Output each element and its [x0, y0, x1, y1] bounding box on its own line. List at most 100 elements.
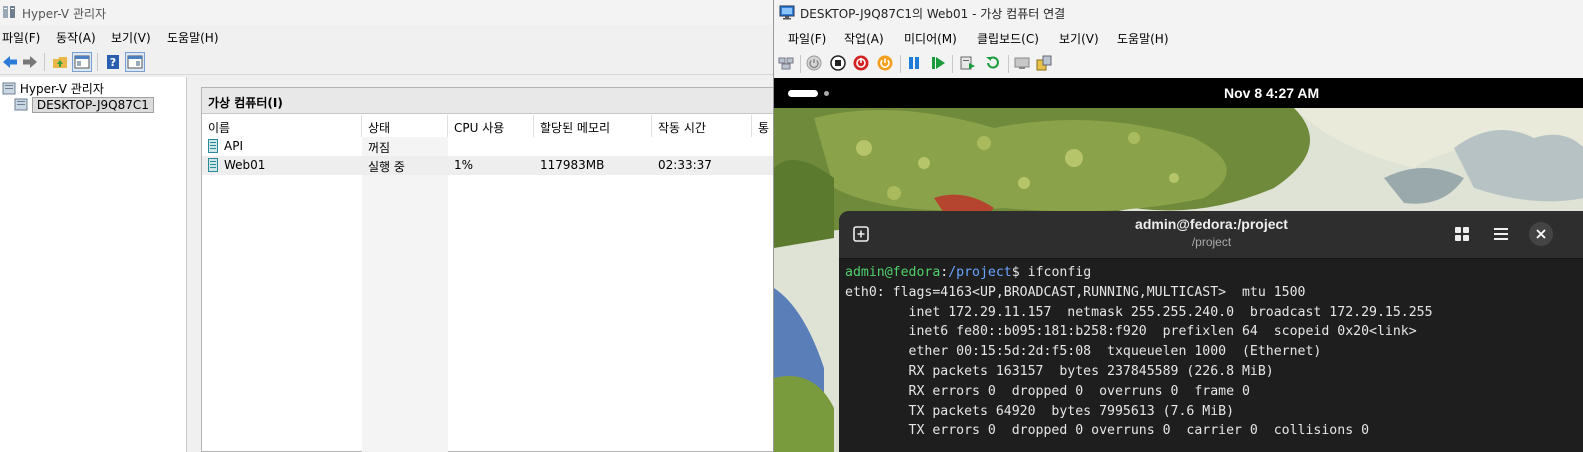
power-icon[interactable] — [877, 55, 893, 71]
vm-table: 이름 상태 ^ CPU 사용 할당된 메모리 작동 시간 통 API 꺼짐 We… — [202, 115, 782, 452]
terminal-line: TX errors 0 dropped 0 overruns 0 carrier… — [845, 423, 1370, 439]
terminal-output[interactable]: admin@fedora:/project$ ifconfig eth0: fla… — [845, 263, 1433, 441]
vm-uptime: 02:33:37 — [658, 158, 712, 172]
revert-icon[interactable] — [984, 55, 1000, 71]
sorted-column-highlight — [362, 137, 448, 452]
svg-text:?: ? — [110, 56, 116, 69]
toolbar-divider — [97, 53, 98, 71]
vm-list-title: 가상 컴퓨터(I) — [208, 96, 283, 110]
gnome-clock[interactable]: Nov 8 4:27 AM — [1224, 85, 1319, 101]
vmconnect-titlebar[interactable]: DESKTOP-J9Q87C1의 Web01 - 가상 컴퓨터 연결 — [774, 0, 1583, 26]
tree-root[interactable]: Hyper-V 관리자 — [2, 80, 104, 97]
server-icon — [14, 98, 28, 111]
column-header-state-label: 상태 — [368, 121, 391, 135]
stop-icon[interactable] — [830, 55, 846, 71]
column-header-name[interactable]: 이름 — [202, 115, 362, 137]
terminal-window[interactable]: admin@fedora:/project /project admin@fed… — [839, 211, 1583, 452]
toolbar-divider — [800, 55, 801, 73]
column-header-cpu[interactable]: CPU 사용 — [448, 115, 534, 137]
hyperv-manager-window: Hyper-V 관리자 파일(F) 동작(A) 보기(V) 도움말(H) ? H… — [0, 0, 782, 452]
column-header-uptime[interactable]: 작동 시간 — [652, 115, 752, 137]
folder-up-icon[interactable] — [50, 52, 70, 72]
hyperv-toolbar: ? — [0, 49, 775, 75]
terminal-headerbar[interactable]: admin@fedora:/project /project — [839, 211, 1583, 259]
tree-root-label: Hyper-V 관리자 — [19, 82, 104, 96]
menu-action[interactable]: 동작(A) — [56, 29, 96, 46]
terminal-line: RX packets 163157 bytes 237845589 (226.8… — [845, 363, 1274, 379]
terminal-prompt-line: admin@fedora:/project$ ifconfig — [845, 263, 1433, 283]
terminal-line: ether 00:15:5d:2d:f5:08 txqueuelen 1000 … — [845, 344, 1322, 360]
hyperv-manager-icon — [2, 5, 16, 19]
menu-view[interactable]: 보기(V) — [111, 29, 151, 46]
vm-icon — [208, 139, 218, 153]
share-icon[interactable] — [1036, 55, 1052, 71]
vm-name: API — [224, 139, 243, 153]
start-icon[interactable] — [806, 55, 822, 71]
column-header-memory[interactable]: 할당된 메모리 — [534, 115, 652, 137]
menu-view[interactable]: 보기(V) — [1059, 30, 1099, 47]
forward-arrow-icon[interactable] — [20, 52, 40, 72]
terminal-line: eth0: flags=4163<UP,BROADCAST,RUNNING,MU… — [845, 284, 1306, 300]
terminal-line: inet6 fe80::b095:181:b258:f920 prefixlen… — [845, 324, 1417, 340]
back-arrow-icon[interactable] — [0, 52, 20, 72]
menu-help[interactable]: 도움말(H) — [167, 29, 219, 46]
hyperv-window-title: Hyper-V 관리자 — [22, 7, 107, 21]
prompt-end: $ — [1011, 265, 1028, 280]
vm-memory: 117983MB — [540, 158, 605, 172]
vm-state: 실행 중 — [368, 160, 405, 174]
checkpoint-icon[interactable] — [960, 55, 976, 71]
hyperv-titlebar[interactable]: Hyper-V 관리자 — [0, 0, 775, 25]
grid-view-icon[interactable] — [1451, 223, 1473, 245]
vm-list-header: 가상 컴퓨터(I) — [202, 88, 775, 114]
vm-list-frame: 가상 컴퓨터(I) 이름 상태 ^ CPU 사용 할당된 메모리 작동 시간 통… — [201, 87, 782, 452]
action-pane-icon[interactable] — [125, 52, 145, 72]
shutdown-icon[interactable] — [853, 55, 869, 71]
enhanced-session-icon[interactable] — [1014, 55, 1030, 71]
workspace-indicator[interactable] — [788, 90, 818, 97]
hamburger-menu-icon[interactable] — [1490, 223, 1512, 245]
pause-icon[interactable] — [906, 55, 922, 71]
prompt-command: ifconfig — [1027, 265, 1092, 280]
vm-connection-window: DESKTOP-J9Q87C1의 Web01 - 가상 컴퓨터 연결 파일(F)… — [773, 0, 1583, 452]
ctrl-alt-del-icon[interactable] — [778, 55, 794, 71]
help-icon[interactable]: ? — [103, 52, 123, 72]
vm-icon — [208, 158, 218, 172]
server-icon — [2, 82, 16, 95]
menu-media[interactable]: 미디어(M) — [904, 30, 957, 47]
sort-ascending-icon: ^ — [400, 115, 409, 122]
toolbar-divider — [900, 55, 901, 73]
column-header-state[interactable]: 상태 ^ — [362, 115, 448, 137]
toolbar-divider — [44, 53, 45, 71]
menu-help[interactable]: 도움말(H) — [1117, 30, 1169, 47]
prompt-path: /project — [948, 265, 1012, 280]
vm-state: 꺼짐 — [368, 141, 391, 155]
menu-clipboard[interactable]: 클립보드(C) — [977, 30, 1039, 47]
vm-list-panel: 가상 컴퓨터(I) 이름 상태 ^ CPU 사용 할당된 메모리 작동 시간 통… — [191, 77, 782, 452]
monitor-icon — [779, 5, 795, 23]
table-row[interactable]: Web01 실행 중 1% 117983MB 02:33:37 — [202, 156, 775, 175]
hyperv-menubar: 파일(F) 동작(A) 보기(V) 도움말(H) — [0, 27, 775, 47]
vmconnect-toolbar — [774, 52, 1583, 76]
navigation-tree: Hyper-V 관리자 DESKTOP-J9Q87C1 — [0, 77, 187, 452]
workspace-dot[interactable] — [824, 91, 829, 96]
menu-file[interactable]: 파일(F) — [2, 29, 40, 46]
show-hide-tree-icon[interactable] — [72, 52, 92, 72]
terminal-line: RX errors 0 dropped 0 overruns 0 frame 0 — [845, 383, 1250, 399]
close-icon[interactable] — [1529, 222, 1553, 246]
vm-screen[interactable]: Nov 8 4:27 AM admin@fedora:/project /pro… — [774, 78, 1583, 452]
menu-file[interactable]: 파일(F) — [788, 30, 826, 47]
table-row[interactable]: API 꺼짐 — [202, 137, 775, 156]
toolbar-divider — [1008, 55, 1009, 73]
vm-cpu: 1% — [454, 158, 474, 172]
menu-action[interactable]: 작업(A) — [844, 30, 884, 47]
tree-host-label: DESKTOP-J9Q87C1 — [31, 97, 154, 113]
vmconnect-menubar: 파일(F) 작업(A) 미디어(M) 클립보드(C) 보기(V) 도움말(H) — [774, 28, 1583, 48]
toolbar-divider — [952, 55, 953, 73]
resume-icon[interactable] — [930, 55, 946, 71]
tree-host-node[interactable]: DESKTOP-J9Q87C1 — [14, 97, 154, 113]
terminal-line: TX packets 64920 bytes 7995613 (7.6 MiB) — [845, 403, 1235, 419]
terminal-line: inet 172.29.11.157 netmask 255.255.240.0… — [845, 304, 1433, 320]
vm-name: Web01 — [224, 158, 266, 172]
vmconnect-window-title: DESKTOP-J9Q87C1의 Web01 - 가상 컴퓨터 연결 — [800, 7, 1066, 21]
gnome-top-bar: Nov 8 4:27 AM — [774, 78, 1583, 108]
